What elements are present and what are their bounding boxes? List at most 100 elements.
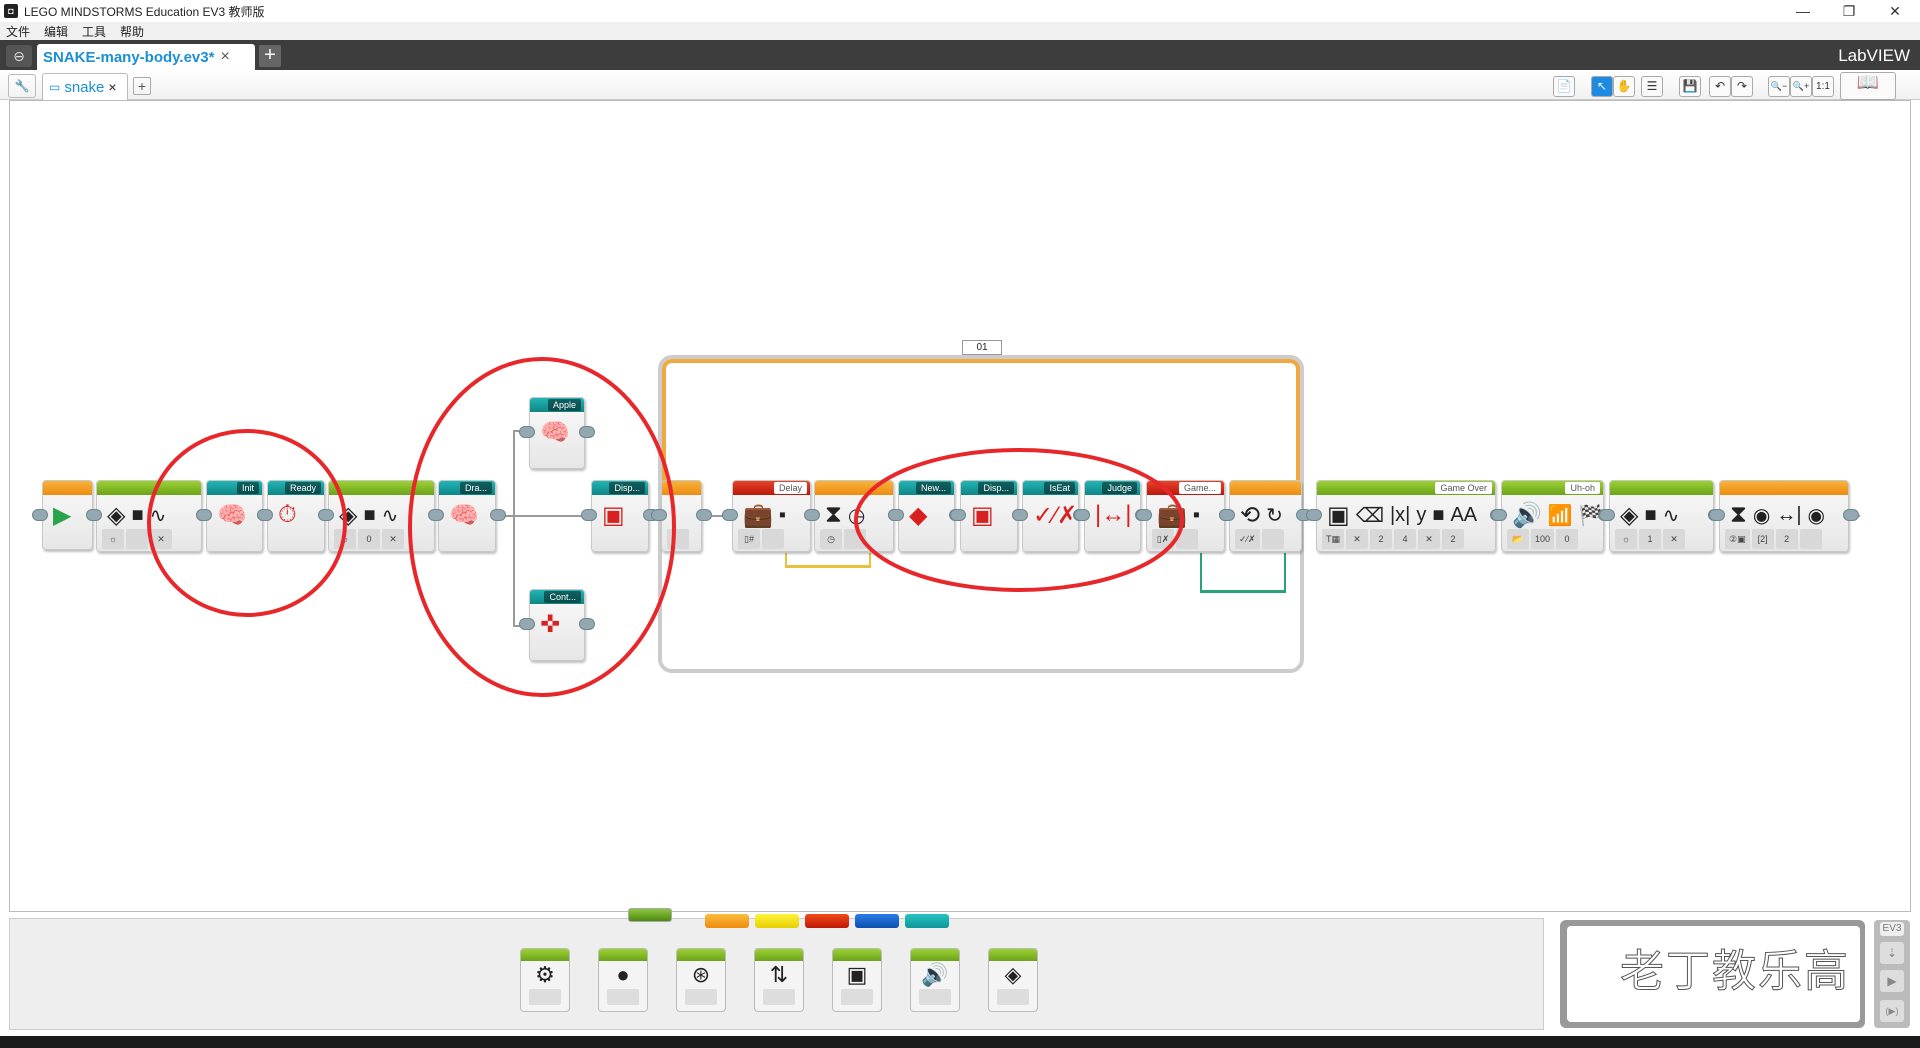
block-brick-status-light-3[interactable]: ◈ ■ ∿ ☼ 1 ✕ xyxy=(1609,480,1714,552)
lobby-home-icon[interactable]: ⊖ xyxy=(6,45,32,67)
content-editor-book-icon[interactable]: 📖 xyxy=(1840,72,1896,100)
menu-help[interactable]: 帮助 xyxy=(120,23,144,40)
parameter-input[interactable]: 2 xyxy=(1370,529,1393,549)
parameter-input[interactable] xyxy=(1261,529,1284,549)
parameter-input[interactable]: ☼ xyxy=(334,529,356,549)
block-brick-status-light-2[interactable]: ◈ ■ ∿ ☼ 0 ✕ xyxy=(328,480,435,552)
sequence-plug[interactable] xyxy=(579,618,595,630)
select-pointer-icon[interactable]: ↖ xyxy=(1591,76,1613,97)
block-label[interactable]: Game Over xyxy=(1435,482,1492,494)
sequence-plug[interactable] xyxy=(519,426,535,438)
block-label[interactable]: IsEat xyxy=(1044,482,1075,494)
parameter-input[interactable]: 100 xyxy=(1531,529,1555,549)
sequence-plug[interactable] xyxy=(1219,509,1235,521)
block-label[interactable]: New... xyxy=(915,482,951,494)
redo-icon[interactable]: ↷ xyxy=(1731,76,1753,97)
block-label[interactable]: Cont... xyxy=(544,591,581,603)
block-label[interactable]: Ready xyxy=(284,482,321,494)
palette-block-brick-status-light[interactable]: ◈ xyxy=(988,948,1038,1012)
save-icon[interactable]: 💾 xyxy=(1679,76,1701,97)
block-sound-uh-oh[interactable]: Uh-oh 🔊 📶 🏁 📂 100 0 xyxy=(1501,480,1604,552)
parameter-input[interactable]: T▦ xyxy=(1322,529,1345,549)
pan-hand-icon[interactable]: ✋ xyxy=(1613,76,1635,97)
palette-tab-blue[interactable] xyxy=(855,914,899,928)
palette-tab-orange[interactable] xyxy=(705,914,749,928)
palette-tab-red[interactable] xyxy=(805,914,849,928)
sequence-plug[interactable] xyxy=(1306,509,1322,521)
block-wait-button[interactable]: ⧗ ◉ ↔| ◉ ②▣ [2] 2 xyxy=(1719,480,1849,552)
block-my-block-new[interactable]: New... ◆ xyxy=(898,480,955,552)
block-my-block-draw[interactable]: Dra... 🧠 xyxy=(438,480,496,552)
sequence-plug[interactable] xyxy=(519,618,535,630)
menu-edit[interactable]: 编辑 xyxy=(44,23,68,40)
palette-tab-teal[interactable] xyxy=(905,914,949,928)
block-label[interactable]: Disp... xyxy=(609,482,645,494)
parameter-input[interactable]: 0 xyxy=(358,529,380,549)
palette-block-medium-motor[interactable]: ⚙ xyxy=(520,948,570,1012)
close-project-icon[interactable]: × xyxy=(220,48,229,66)
restore-button[interactable]: ❐ xyxy=(1826,0,1872,22)
sequence-plug[interactable] xyxy=(1843,509,1859,521)
comment-icon[interactable]: 📄 xyxy=(1553,76,1575,97)
block-wait-timer[interactable]: ⧗ ◷ ◷ xyxy=(814,480,894,552)
zoom-reset-button[interactable]: 1:1 xyxy=(1812,76,1834,97)
parameter-input[interactable] xyxy=(126,529,148,549)
add-project-button[interactable]: + xyxy=(259,45,281,67)
block-label[interactable]: Delay xyxy=(773,482,807,494)
parameter-input[interactable]: ✕ xyxy=(382,529,404,549)
sequence-plug[interactable] xyxy=(696,509,712,521)
project-tab[interactable]: SNAKE-many-body.ev3* × xyxy=(37,44,255,70)
block-my-block-apple[interactable]: Apple 🧠 xyxy=(529,397,585,469)
close-program-icon[interactable]: × xyxy=(108,79,116,95)
parameter-input[interactable]: [2] xyxy=(1751,529,1774,549)
parameter-input[interactable]: ✓⁄✗ xyxy=(1235,529,1260,549)
block-my-block-control[interactable]: Cont... ✜ xyxy=(529,589,585,661)
parameter-input[interactable] xyxy=(844,529,866,549)
parameter-input[interactable] xyxy=(762,529,784,549)
parameter-input[interactable]: 1 xyxy=(1639,529,1661,549)
parameter-input[interactable] xyxy=(1176,529,1198,549)
parameter-input[interactable]: 📂 xyxy=(1507,529,1529,549)
block-label[interactable]: Uh-oh xyxy=(1565,482,1600,494)
block-my-block-judge[interactable]: Judge |↔| xyxy=(1084,480,1141,552)
sequence-plug[interactable] xyxy=(1012,509,1028,521)
block-my-block-display[interactable]: Disp... ▣ xyxy=(591,480,649,552)
parameter-input[interactable]: ◷ xyxy=(820,529,842,549)
sequence-plug[interactable] xyxy=(651,509,667,521)
palette-block-sound[interactable]: 🔊 xyxy=(910,948,960,1012)
block-my-block-ready[interactable]: Ready ⏱ xyxy=(267,480,325,552)
sequence-plug[interactable] xyxy=(579,426,595,438)
parameter-input[interactable]: 0 xyxy=(1556,529,1579,549)
sequence-plug[interactable] xyxy=(950,509,966,521)
palette-block-display[interactable]: ▣ xyxy=(832,948,882,1012)
parameter-input[interactable] xyxy=(667,529,689,549)
parameter-input[interactable]: ✕ xyxy=(1346,529,1369,549)
block-variable-game[interactable]: Game... 💼 ▪ ▯✗ xyxy=(1146,480,1225,552)
menu-file[interactable]: 文件 xyxy=(6,23,30,40)
zoom-in-icon[interactable]: 🔍+ xyxy=(1790,76,1812,97)
block-variable-delay[interactable]: Delay 💼 ▪ ▯# xyxy=(732,480,811,552)
palette-tab-green[interactable] xyxy=(628,908,672,922)
parameter-input[interactable]: ②▣ xyxy=(1725,529,1750,549)
parameter-input[interactable]: ☼ xyxy=(102,529,124,549)
sequence-plug[interactable] xyxy=(1599,509,1615,521)
block-label[interactable]: Game... xyxy=(1178,482,1221,494)
project-properties-wrench-icon[interactable]: 🔧 xyxy=(8,74,36,98)
sequence-plug[interactable] xyxy=(1491,509,1507,521)
program-tab[interactable]: ▭ snake × xyxy=(42,73,128,100)
minimize-button[interactable]: — xyxy=(1780,0,1826,22)
zoom-out-icon[interactable]: 🔍− xyxy=(1768,76,1790,97)
sequence-plug[interactable] xyxy=(428,509,444,521)
block-my-block-display-2[interactable]: Disp... ▣ xyxy=(960,480,1018,552)
block-my-block-init[interactable]: Init 🧠 xyxy=(206,480,263,552)
download-and-run-icon[interactable]: ▶ xyxy=(1880,970,1904,992)
parameter-input[interactable] xyxy=(1799,529,1822,549)
parameter-input[interactable]: ☼ xyxy=(1615,529,1637,549)
block-loop-end[interactable]: ⟲ ↻ ✓⁄✗ xyxy=(1229,480,1302,552)
block-label[interactable]: Judge xyxy=(1102,482,1137,494)
run-selected-icon[interactable]: (▶) xyxy=(1880,1000,1904,1022)
palette-tab-yellow[interactable] xyxy=(755,914,799,928)
sequence-plug[interactable] xyxy=(257,509,273,521)
parameter-input[interactable]: 2 xyxy=(1442,529,1465,549)
parameter-input[interactable]: ▯✗ xyxy=(1152,529,1174,549)
